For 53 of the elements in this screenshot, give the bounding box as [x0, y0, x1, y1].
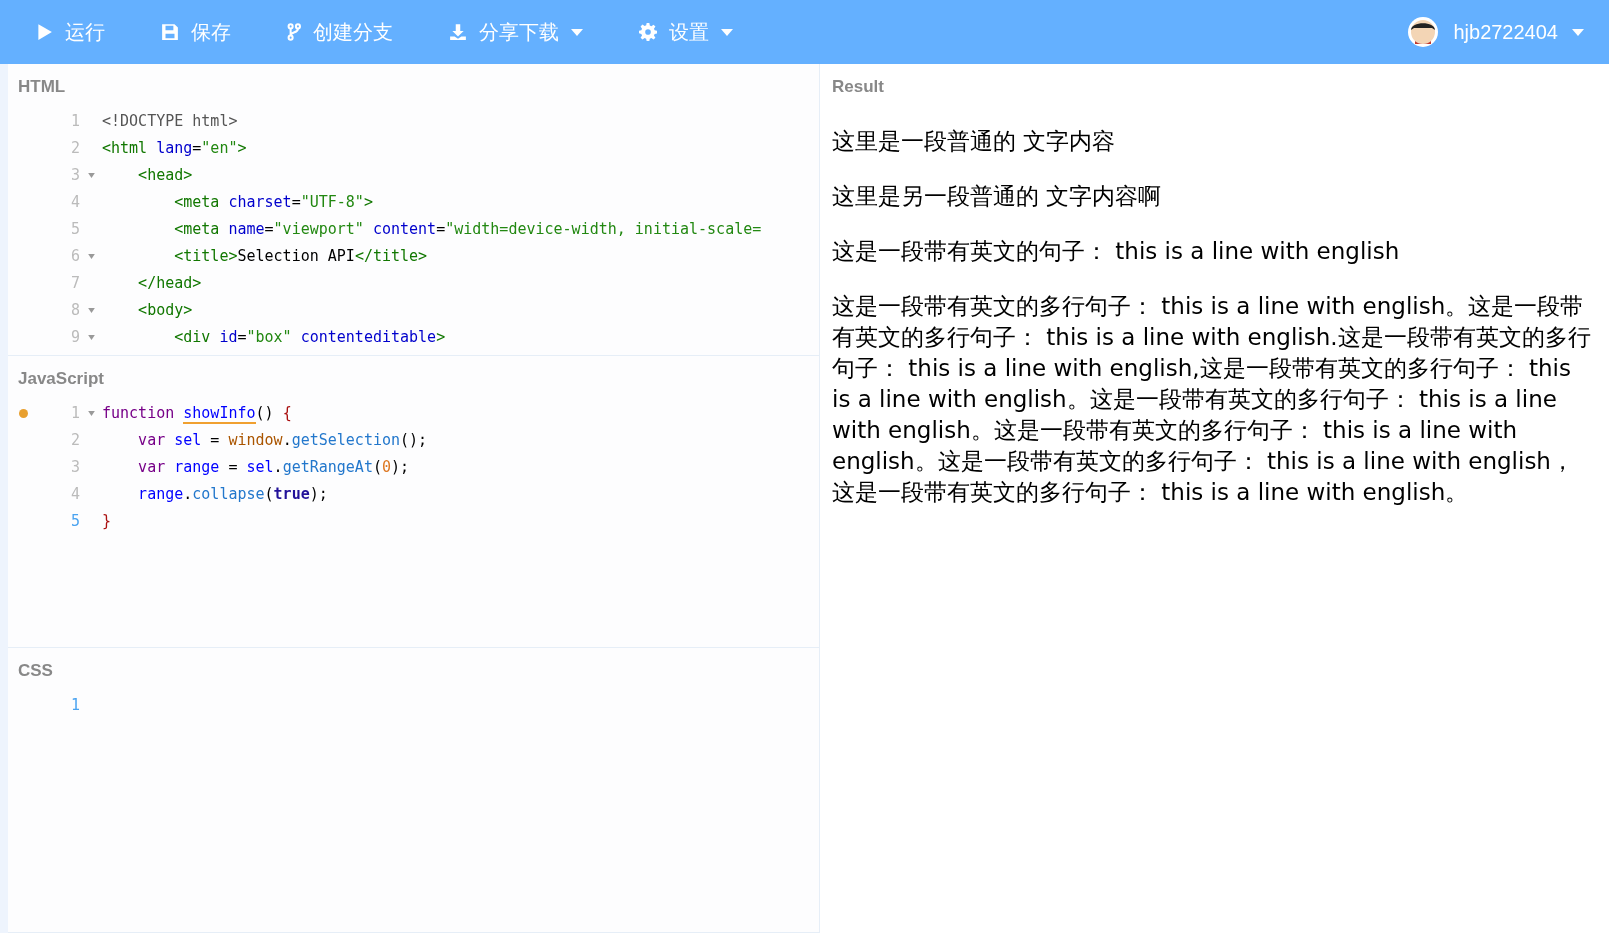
- fold-arrow-icon[interactable]: [87, 307, 95, 313]
- code-line: var sel = window.getSelection();: [137, 429, 428, 451]
- panel-title: JavaScript: [17, 368, 105, 390]
- code-line: function showInfo() {: [102, 402, 292, 425]
- line-number: 1: [69, 110, 80, 132]
- fold-arrow-icon[interactable]: [87, 172, 95, 178]
- code-line: var range = sel.getRangeAt(0);: [137, 456, 410, 478]
- fold-arrow-icon[interactable]: [87, 410, 95, 416]
- code-line: </head>: [137, 272, 202, 294]
- toolbar-button[interactable]: 创建分支: [287, 17, 393, 47]
- line-number: 6: [69, 245, 80, 267]
- line-number: 3: [69, 456, 80, 478]
- code-line: <title>Selection API</title>: [173, 245, 428, 267]
- toolbar-button[interactable]: 设置: [639, 17, 733, 47]
- panel-title: HTML: [17, 76, 67, 98]
- fold-arrow-icon[interactable]: [87, 334, 95, 340]
- avatar-icon: [1407, 16, 1440, 48]
- branch-icon: [287, 23, 301, 41]
- code-line: <!DOCTYPE html>: [102, 110, 238, 132]
- code-line: <body>: [137, 299, 193, 321]
- code-line: <meta charset="UTF-8">: [173, 191, 373, 213]
- line-number: 4: [69, 483, 80, 505]
- code-line: <meta name="viewport" content="width=device-width, initial-scale=: [173, 218, 762, 240]
- line-number: 9: [69, 326, 80, 348]
- user-menu[interactable]: hjb2722404: [1407, 16, 1584, 48]
- code-line: }: [102, 510, 112, 532]
- result-paragraph: 这里是另一段普通的 文字内容啊: [832, 181, 1163, 211]
- line-number: 2: [69, 429, 80, 451]
- fold-arrow-icon[interactable]: [87, 253, 95, 259]
- code-line: <html lang="en">: [102, 137, 247, 159]
- download-icon: [449, 23, 467, 41]
- line-number: 8: [69, 299, 80, 321]
- line-number: 5: [69, 510, 80, 532]
- line-number: 2: [69, 137, 80, 159]
- code-line: <head>: [137, 164, 193, 186]
- result-paragraph: 这里是一段普通的 文字内容: [832, 126, 1117, 156]
- line-number: 5: [69, 218, 80, 240]
- toolbar-button[interactable]: 保存: [161, 17, 231, 47]
- panel-title: Result: [832, 76, 885, 98]
- line-number: 1: [69, 694, 80, 716]
- toolbar-button[interactable]: 分享下载: [449, 17, 583, 47]
- panel-title: CSS: [17, 660, 54, 682]
- line-number: 4: [69, 191, 80, 213]
- code-line: range.collapse(true);: [137, 483, 328, 505]
- toolbar-button[interactable]: 运行: [35, 17, 105, 47]
- play-icon: [35, 23, 53, 41]
- line-number: 7: [69, 272, 80, 294]
- result-paragraph: 这是一段带有英文的句子： this is a line with english: [832, 236, 1401, 266]
- line-number: 3: [69, 164, 80, 186]
- gear-icon: [639, 23, 657, 41]
- line-number: 1: [69, 402, 80, 424]
- code-line: <div id="box" contenteditable>: [173, 326, 446, 348]
- result-paragraph: 这是一段带有英文的多行句子： this is a line with english。这是一段带有英文的多行句子： this is a line with english.这是一段带有英文的多行句子： this is a line with english,这是一段带有英文的多行句子： this is a line with english。这是一段带有英文的多行句子： this is a line with english。这是一段带有英文的多行句子： this is a line with english。这是一段带有英文的多行句子： this is a line with english，这是一段带有英文的多行句子： this is a line with english。: [832, 291, 1592, 507]
